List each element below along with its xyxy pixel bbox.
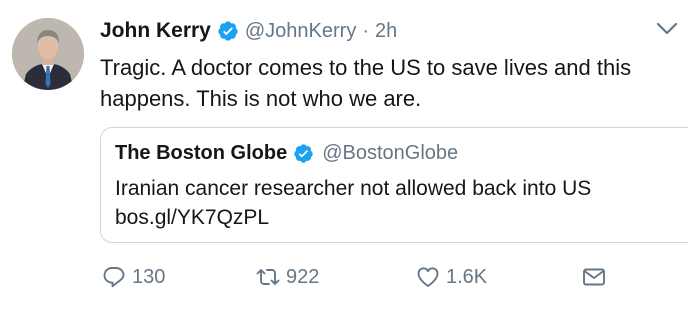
quoted-tweet[interactable]: The Boston Globe @BostonGlobe Iranian ca… [100, 127, 688, 243]
tweet-header: John Kerry @JohnKerry · 2h [100, 16, 397, 46]
quoted-tweet-text-line: Iranian cancer researcher not allowed ba… [115, 177, 592, 200]
retweet-button[interactable]: 922 [256, 262, 319, 292]
author-display-name[interactable]: John Kerry [100, 19, 211, 43]
quoted-author-display-name: The Boston Globe [115, 142, 288, 164]
like-count: 1.6K [446, 265, 488, 288]
quoted-tweet-text: Iranian cancer researcher not allowed ba… [115, 174, 591, 232]
heart-icon [416, 265, 440, 289]
tweet-text: Tragic. A doctor comes to the US to save… [100, 55, 632, 111]
reply-icon [102, 265, 126, 289]
verified-badge-icon [217, 20, 239, 42]
tweet[interactable]: John Kerry @JohnKerry · 2h Tragic. A doc… [0, 0, 688, 315]
tweet-timestamp[interactable]: 2h [375, 20, 397, 43]
direct-message-button[interactable] [582, 262, 606, 292]
verified-badge-icon [293, 143, 314, 164]
avatar-image [12, 18, 84, 90]
quoted-author-handle: @BostonGlobe [322, 142, 459, 164]
avatar[interactable] [12, 18, 84, 90]
retweet-count: 922 [286, 265, 320, 288]
quoted-tweet-header: The Boston Globe @BostonGlobe [115, 142, 458, 165]
retweet-icon [256, 265, 280, 289]
separator-dot: · [362, 19, 370, 42]
reply-count: 130 [132, 265, 166, 288]
envelope-icon [582, 265, 606, 289]
reply-button[interactable]: 130 [102, 262, 165, 292]
tweet-actions: 130 922 1.6K [100, 262, 620, 292]
chevron-down-icon[interactable] [656, 22, 678, 36]
like-button[interactable]: 1.6K [416, 262, 487, 292]
quoted-tweet-link[interactable]: bos.gl/YK7QzPL [115, 203, 591, 232]
author-handle[interactable]: @JohnKerry [245, 20, 356, 43]
